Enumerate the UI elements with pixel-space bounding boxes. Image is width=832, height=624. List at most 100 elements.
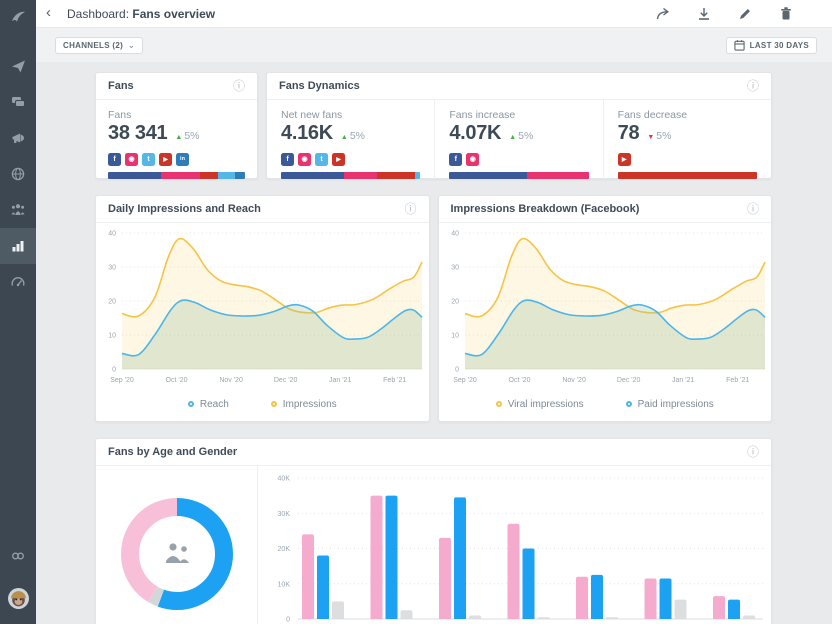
- channel-chips: f ◉ t ▶: [281, 153, 420, 166]
- bar-gray: [675, 600, 687, 619]
- svg-text:Oct '20: Oct '20: [166, 377, 188, 384]
- metric-value-row: 4.07K▲5%: [449, 122, 588, 145]
- bar-gray: [332, 601, 344, 619]
- gender-donut-box: [96, 466, 258, 624]
- metric-label: Fans: [108, 109, 245, 121]
- share-segment-youtube: [377, 172, 415, 179]
- share-segment-youtube: [200, 172, 218, 179]
- age-gender-bar-chart: 010K20K30K40K: [258, 468, 771, 624]
- svg-text:10K: 10K: [278, 581, 291, 588]
- metric-delta: ▼5%: [647, 130, 671, 142]
- info-icon[interactable]: ⓘ: [747, 80, 759, 92]
- metric-label: Fans increase: [449, 109, 588, 121]
- legend-item[interactable]: Impressions: [271, 399, 337, 410]
- info-icon[interactable]: ⓘ: [747, 446, 759, 458]
- legend-label: Reach: [200, 399, 229, 410]
- fans-card: Fans ⓘ Fans38 341▲5%f◉t▶in: [95, 72, 258, 179]
- link-icon[interactable]: [0, 538, 36, 574]
- svg-text:20K: 20K: [278, 546, 291, 553]
- trash-icon[interactable]: [778, 6, 794, 22]
- svg-text:10: 10: [451, 333, 459, 340]
- share-segment-facebook: [108, 172, 161, 179]
- channel-share-bar: [108, 172, 245, 179]
- legend-label: Paid impressions: [638, 399, 714, 410]
- svg-text:20: 20: [451, 299, 459, 306]
- impressions-breakdown-chart: 010203040Sep '20Oct '20Nov '20Dec '20Jan…: [439, 223, 771, 389]
- svg-text:40K: 40K: [278, 476, 291, 483]
- twitter-icon[interactable]: t: [142, 153, 155, 166]
- bar-pink: [713, 596, 725, 619]
- globe-icon[interactable]: [0, 156, 36, 192]
- instagram-icon[interactable]: ◉: [298, 153, 311, 166]
- channels-dropdown[interactable]: CHANNELS (2) ⌄: [55, 37, 143, 54]
- legend-marker-icon: [626, 401, 632, 407]
- chat-bubbles-icon[interactable]: [0, 84, 36, 120]
- youtube-icon[interactable]: ▶: [618, 153, 631, 166]
- share-segment-instagram: [161, 172, 199, 179]
- legend-marker-icon: [496, 401, 502, 407]
- share-segment-instagram: [527, 172, 588, 179]
- svg-text:Nov '20: Nov '20: [562, 377, 586, 384]
- row-age-gender: Fans by Age and Gender ⓘ 010K20K30K40K: [95, 438, 772, 624]
- bar-gray: [743, 616, 755, 620]
- svg-text:Nov '20: Nov '20: [219, 377, 243, 384]
- gauge-icon[interactable]: [0, 264, 36, 300]
- bar-chart-icon[interactable]: [0, 228, 36, 264]
- bar-blue: [591, 575, 603, 619]
- wing-logo-icon[interactable]: [0, 0, 36, 34]
- edit-pencil-icon[interactable]: [737, 6, 753, 22]
- info-icon[interactable]: ⓘ: [233, 80, 245, 92]
- facebook-icon[interactable]: f: [108, 153, 121, 166]
- share-icon[interactable]: [655, 6, 671, 22]
- legend-item[interactable]: Paid impressions: [626, 399, 714, 410]
- calendar-icon: [734, 39, 745, 51]
- svg-text:30K: 30K: [278, 511, 291, 518]
- twitter-icon[interactable]: t: [315, 153, 328, 166]
- age-gender-title: Fans by Age and Gender: [108, 446, 237, 458]
- download-icon[interactable]: [696, 6, 712, 22]
- fans-metric: Fans38 341▲5%f◉t▶in: [96, 100, 257, 179]
- facebook-icon[interactable]: f: [281, 153, 294, 166]
- legend-item[interactable]: Viral impressions: [496, 399, 584, 410]
- svg-text:40: 40: [451, 231, 459, 238]
- legend-marker-icon: [271, 401, 277, 407]
- megaphone-icon[interactable]: [0, 120, 36, 156]
- fans-card-title: Fans: [108, 80, 134, 92]
- youtube-icon[interactable]: ▶: [159, 153, 172, 166]
- instagram-icon[interactable]: ◉: [466, 153, 479, 166]
- svg-text:Oct '20: Oct '20: [508, 377, 530, 384]
- share-segment-instagram: [344, 172, 377, 179]
- date-range-button[interactable]: LAST 30 DAYS: [726, 37, 817, 54]
- metric-label: Net new fans: [281, 109, 420, 121]
- user-avatar[interactable]: [0, 580, 36, 616]
- info-icon[interactable]: ⓘ: [747, 203, 759, 215]
- impressions-breakdown-title: Impressions Breakdown (Facebook): [451, 203, 640, 215]
- youtube-icon[interactable]: ▶: [332, 153, 345, 166]
- paper-plane-icon[interactable]: [0, 48, 36, 84]
- up-triangle-icon: ▲: [509, 134, 516, 141]
- instagram-icon[interactable]: ◉: [125, 153, 138, 166]
- filter-toolbar: CHANNELS (2) ⌄ LAST 30 DAYS: [36, 28, 832, 62]
- facebook-icon[interactable]: f: [449, 153, 462, 166]
- bar-pink: [576, 577, 588, 619]
- legend-label: Viral impressions: [508, 399, 584, 410]
- page-title-name: Fans overview: [132, 7, 215, 21]
- channel-share-bar: [449, 172, 588, 179]
- fans-dynamics-card: Fans Dynamics ⓘ Net new fans4.16K▲5%f◉t▶…: [266, 72, 772, 179]
- share-segment-twitter: [415, 172, 421, 179]
- back-chevron-icon[interactable]: ‹: [46, 4, 59, 23]
- bar-pink: [439, 538, 451, 619]
- sidebar: [0, 0, 36, 624]
- info-icon[interactable]: ⓘ: [404, 203, 416, 215]
- bar-gray: [538, 617, 550, 619]
- share-segment-linkedin: [235, 172, 245, 179]
- bar-pink: [371, 496, 383, 619]
- bar-blue: [386, 496, 398, 619]
- people-audience-icon[interactable]: [0, 192, 36, 228]
- legend-item[interactable]: Reach: [188, 399, 229, 410]
- linkedin-icon[interactable]: in: [176, 153, 189, 166]
- bar-blue: [728, 600, 740, 619]
- channel-chips: f◉: [449, 153, 588, 166]
- people-icon: [166, 543, 189, 563]
- age-bars-box: 010K20K30K40K: [258, 466, 771, 624]
